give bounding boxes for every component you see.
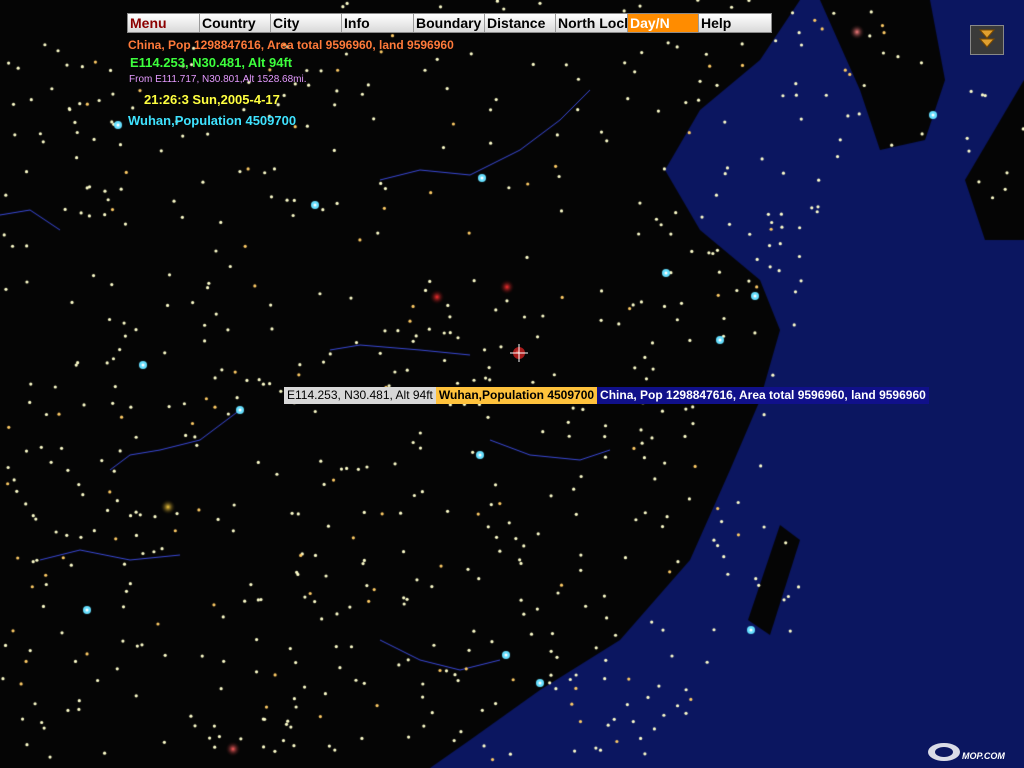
tooltip-country: China, Pop 1298847616, Area total 959696… xyxy=(597,387,929,404)
distance-button[interactable]: Distance xyxy=(485,14,556,32)
tooltip-city: Wuhan,Population 4509700 xyxy=(435,387,598,404)
coordinate-readout: E114.253, N30.481, Alt 94ft xyxy=(130,55,293,70)
collapse-button[interactable] xyxy=(970,25,1004,55)
city-info: Wuhan,Population 4509700 xyxy=(128,113,297,128)
tooltip-coords: E114.253, N30.481, Alt 94ft xyxy=(284,387,436,404)
country-info: China, Pop 1298847616, Area total 959696… xyxy=(128,38,454,52)
city-button[interactable]: City xyxy=(271,14,342,32)
menu-bar: Menu Country City Info Boundary Distance… xyxy=(127,13,772,33)
viewpoint-readout: From E111.717, N30.801,Alt 1528.68mi. xyxy=(129,74,307,85)
help-button[interactable]: Help xyxy=(699,14,771,32)
datetime-readout: 21:26:3 Sun,2005-4-17 xyxy=(144,92,280,107)
day-night-button[interactable]: Day/N xyxy=(628,14,699,32)
country-button[interactable]: Country xyxy=(200,14,271,32)
double-chevron-down-icon xyxy=(978,29,996,48)
north-lock-button[interactable]: North Lock xyxy=(556,14,628,32)
boundary-button[interactable]: Boundary xyxy=(414,14,485,32)
watermark: MOP.COM xyxy=(962,751,1005,761)
info-button[interactable]: Info xyxy=(342,14,414,32)
crosshair-icon xyxy=(510,344,528,362)
location-tooltip: E114.253, N30.481, Alt 94ft Wuhan,Popula… xyxy=(284,387,929,404)
menu-button[interactable]: Menu xyxy=(128,14,200,32)
